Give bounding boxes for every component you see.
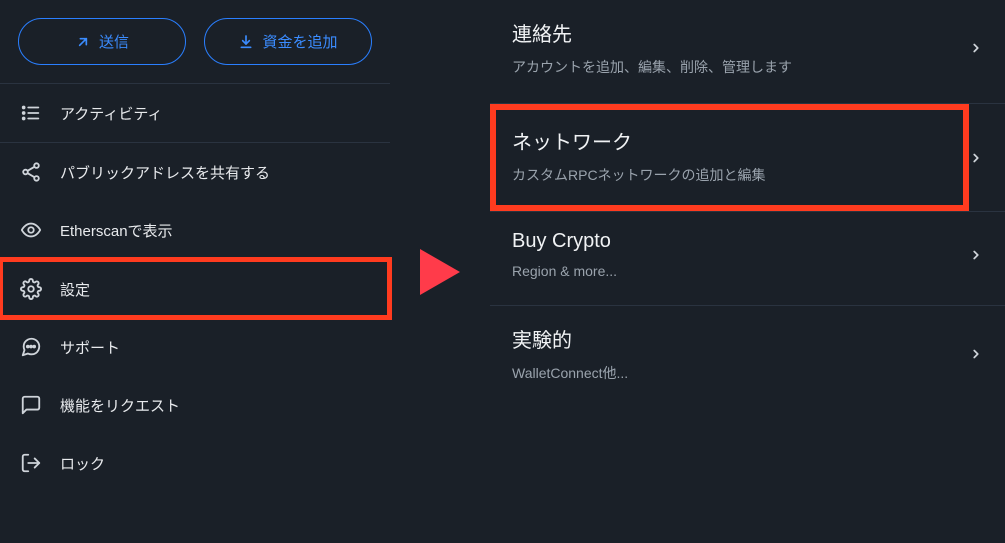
menu-item-label: 機能をリクエスト [60,395,180,416]
menu-item-share-address[interactable]: パブリックアドレスを共有する [0,142,390,201]
menu-item-label: Etherscanで表示 [60,220,173,241]
settings-network-highlight: ネットワーク カスタムRPCネットワークの追加と編集 [490,104,969,211]
settings-subtitle: カスタムRPCネットワークの追加と編集 [512,165,947,185]
settings-item-experimental[interactable]: 実験的 WalletConnect他... [490,306,1005,409]
settings-item-network[interactable]: ネットワーク カスタムRPCネットワークの追加と編集 [490,104,1005,212]
menu-item-label: サポート [60,337,120,358]
settings-title: 実験的 [512,324,628,353]
chevron-right-icon [969,147,1005,169]
chevron-right-icon [969,343,983,365]
settings-subtitle: Region & more... [512,263,617,279]
gear-icon [20,278,42,300]
settings-title: ネットワーク [512,126,947,155]
settings-panel: 連絡先 アカウントを追加、編集、削除、管理します ネットワーク カスタムRPCネ… [490,0,1005,543]
settings-text-block: 連絡先 アカウントを追加、編集、削除、管理します [512,18,792,77]
send-arrow-icon [75,34,91,50]
menu-item-label: 設定 [60,279,90,300]
settings-text-block: 実験的 WalletConnect他... [512,324,628,383]
play-arrow-icon [415,244,465,300]
settings-item-contacts[interactable]: 連絡先 アカウントを追加、編集、削除、管理します [490,0,1005,104]
settings-title: 連絡先 [512,18,792,47]
logout-icon [20,452,42,474]
menu-item-activity[interactable]: アクティビティ [0,83,390,142]
add-funds-button-label: 資金を追加 [262,31,337,52]
settings-text-block: Buy Crypto Region & more... [512,230,617,279]
eye-icon [20,219,42,241]
settings-list: 連絡先 アカウントを追加、編集、削除、管理します ネットワーク カスタムRPCネ… [490,0,1005,409]
menu-item-settings[interactable]: 設定 [0,259,390,318]
chevron-right-icon [969,244,983,266]
settings-title: Buy Crypto [512,230,617,253]
settings-item-buy-crypto[interactable]: Buy Crypto Region & more... [490,212,1005,306]
download-icon [238,34,254,50]
action-button-row: 送信 資金を追加 [0,0,390,83]
add-funds-button[interactable]: 資金を追加 [204,18,372,65]
menu-item-etherscan[interactable]: Etherscanで表示 [0,201,390,259]
share-icon [20,161,42,183]
list-icon [20,102,42,124]
send-button-label: 送信 [99,31,129,52]
menu-item-label: ロック [60,453,105,474]
message-square-icon [20,394,42,416]
settings-subtitle: アカウントを追加、編集、削除、管理します [512,57,792,77]
flow-arrow [390,0,490,543]
settings-subtitle: WalletConnect他... [512,363,628,383]
menu-item-lock[interactable]: ロック [0,434,390,492]
menu-item-feature-request[interactable]: 機能をリクエスト [0,376,390,434]
menu-item-label: パブリックアドレスを共有する [60,162,270,183]
send-button[interactable]: 送信 [18,18,186,65]
left-menu-panel: 送信 資金を追加 アクティビティ パブリックアドレスを共有する Eth [0,0,390,543]
menu-item-support[interactable]: サポート [0,318,390,376]
menu-item-label: アクティビティ [60,103,162,124]
chat-bubble-icon [20,336,42,358]
menu-list: アクティビティ パブリックアドレスを共有する Etherscanで表示 設定 サ [0,83,390,492]
chevron-right-icon [969,37,983,59]
